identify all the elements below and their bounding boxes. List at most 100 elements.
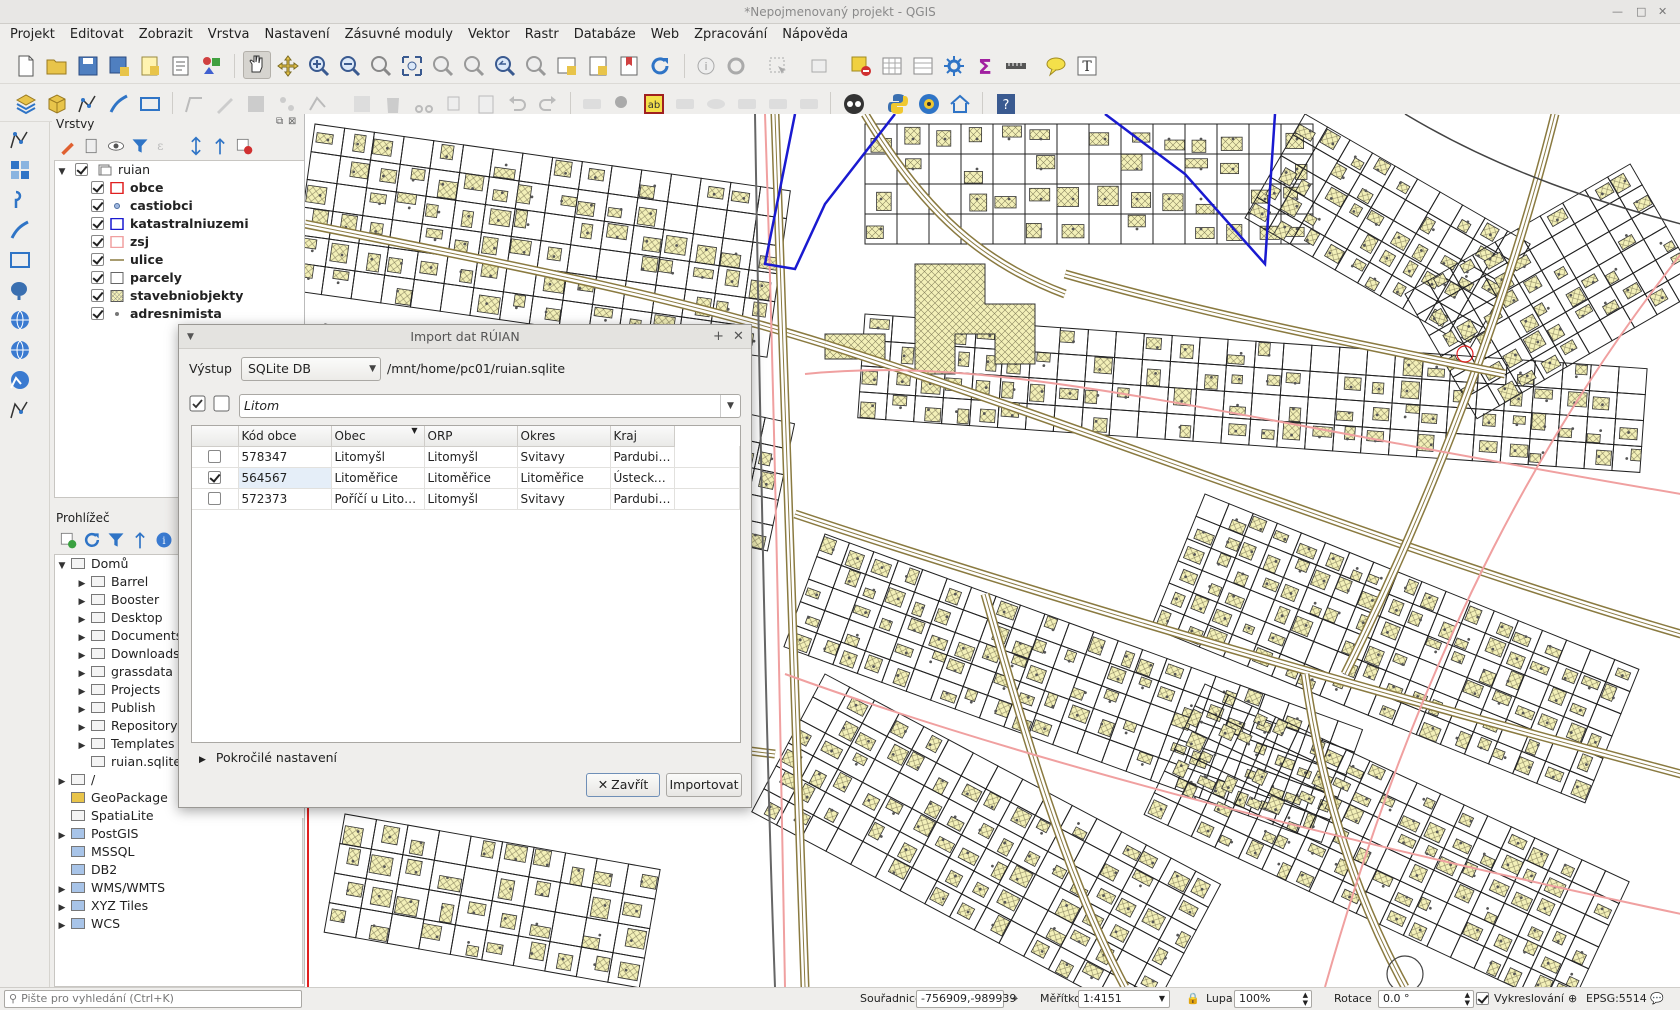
expand-all-icon[interactable] [186,136,206,156]
delete-selected-icon[interactable] [381,92,405,116]
row-checkbox[interactable] [208,470,222,484]
zoom-to-selection-icon[interactable] [431,54,455,78]
properties-info-icon[interactable]: i [154,530,174,550]
identify-features-icon[interactable]: i [694,54,718,78]
layer-row-castiobci[interactable]: castiobci [55,197,317,215]
add-group-icon[interactable] [82,136,102,156]
refresh-icon[interactable] [648,54,672,78]
messages-icon[interactable]: 💬 [1650,988,1664,1010]
dialog-menu-icon[interactable]: ▼ [187,325,194,349]
deselect-all-icon[interactable] [213,395,231,413]
zoom-last-icon[interactable] [493,54,517,78]
lock-scale-icon[interactable]: 🔒 [1186,988,1200,1010]
coordinate-field[interactable]: -756909,-989939 [916,990,1016,1008]
zoom-full-icon[interactable] [400,54,424,78]
text-annotation-icon[interactable]: T [1075,54,1099,78]
layer-checkbox[interactable] [91,199,104,212]
current-edits-icon[interactable] [182,92,206,116]
browser-root-item[interactable]: DB2 [55,861,317,879]
column-header-okres[interactable]: Okres [517,426,611,447]
dialog-close-icon[interactable]: ✕ [733,325,744,349]
menu-databaze[interactable]: Databáze [574,27,636,42]
new-spatialite-icon[interactable] [107,92,131,116]
layer-row-parcely[interactable]: parcely [55,269,317,287]
column-header-orp[interactable]: ORP [424,426,518,447]
dialog-pin-icon[interactable]: + [713,325,724,349]
new-virtual-layer-icon[interactable] [138,92,162,116]
new-map-view-icon[interactable] [555,54,579,78]
zoom-next-icon[interactable] [524,54,548,78]
row-checkbox-cell[interactable] [192,446,239,468]
new-project-icon[interactable] [14,54,38,78]
maximize-button[interactable]: □ [1636,0,1646,24]
browser-root-item[interactable]: MSSQL [55,843,317,861]
redo-icon[interactable] [536,92,560,116]
cut-features-icon[interactable] [412,92,436,116]
table-row[interactable]: 578347 Litomyšl Litomyšl Svitavy Pardubický … [192,446,740,468]
collapse-all-icon[interactable] [210,136,230,156]
python-console-icon[interactable] [886,92,910,116]
magnifier-spinbox[interactable]: 100% ▲ ▼ [1234,990,1312,1008]
open-layer-styling-icon[interactable] [58,136,78,156]
menu-zasuvne-moduly[interactable]: Zásuvné moduly [345,27,453,42]
menu-editovat[interactable]: Editovat [70,27,124,42]
advanced-settings-expander[interactable]: ▶ Pokročilé nastavení [199,750,337,765]
close-window-button[interactable]: ✕ [1658,0,1667,24]
spin-arrows-icon[interactable]: ▲ ▼ [1465,991,1470,1007]
crs-globe-icon[interactable]: ⊕ [1568,988,1577,1010]
change-label-icon[interactable] [797,92,821,116]
browser-root-item[interactable]: ▶ PostGIS [55,825,317,843]
toggle-editing-icon[interactable] [213,92,237,116]
crs-label[interactable]: EPSG:5514 [1586,988,1647,1010]
layer-checkbox[interactable] [91,217,104,230]
menu-vektor[interactable]: Vektor [468,27,510,42]
data-source-manager-icon[interactable] [14,92,38,116]
layer-checkbox[interactable] [91,271,104,284]
highlight-pinned-labels-icon[interactable]: ab [642,92,666,116]
statistics-sigma-icon[interactable]: Σ [973,54,997,79]
add-feature-icon[interactable] [275,92,299,116]
zoom-to-layer-icon[interactable] [462,54,486,78]
layer-labeling-icon[interactable] [611,92,635,116]
scale-combo[interactable]: 1:4151 ▼ [1078,990,1170,1008]
layer-checkbox[interactable] [91,253,104,266]
zoom-out-icon[interactable] [338,54,362,78]
add-wcs-icon[interactable] [8,338,32,362]
modify-attributes-icon[interactable] [350,92,374,116]
new-bookmark-icon[interactable] [586,54,610,78]
save-as-icon[interactable] [107,54,131,78]
layer-row-katastralniuzemi[interactable]: katastralniuzemi [55,215,317,233]
add-vector-layer-icon[interactable] [8,128,32,152]
zoom-in-icon[interactable] [307,54,331,78]
select-by-value-icon[interactable] [808,54,832,78]
help-icon[interactable]: ? [994,92,1018,116]
collapse-browser-icon[interactable] [130,530,150,550]
run-action-icon[interactable] [724,54,748,78]
copy-features-icon[interactable] [443,92,467,116]
row-checkbox-cell[interactable] [192,467,239,489]
style-manager-icon[interactable] [200,54,224,78]
layer-row-zsj[interactable]: zsj [55,233,317,251]
menu-zpracovani[interactable]: Zpracování [694,27,767,42]
new-geopackage-icon[interactable] [45,92,69,116]
output-path[interactable]: /mnt/home/pc01/ruian.sqlite [387,361,565,376]
measure-icon[interactable] [1004,54,1028,78]
rotation-spinbox[interactable]: 0.0 ° ▲ ▼ [1378,990,1474,1008]
row-checkbox[interactable] [208,449,222,463]
save-project-icon[interactable] [76,54,100,78]
deselect-icon[interactable] [849,54,873,78]
browser-root-item[interactable]: SpatiaLite [55,807,317,825]
add-spatialite-icon[interactable] [8,218,32,242]
zoom-native-icon[interactable] [369,54,393,78]
select-all-icon[interactable] [189,395,207,413]
open-attribute-table-icon[interactable] [880,54,904,78]
locator-search-input[interactable]: ⚲ Pište pro vyhledání (Ctrl+K) [4,990,302,1008]
open-project-icon[interactable] [45,54,69,78]
home-icon[interactable] [948,92,972,116]
paste-features-icon[interactable] [474,92,498,116]
processing-toolbox-icon[interactable] [942,54,966,78]
column-header-check[interactable] [192,426,239,447]
table-row[interactable]: 564567 Litoměřice Litoměřice Litoměřice Úste… [192,467,740,489]
table-row[interactable]: 572373 Poříčí u Litom… Litomyšl Svitavy Pard… [192,488,740,510]
browser-root-item[interactable]: ▶ WCS [55,915,317,933]
